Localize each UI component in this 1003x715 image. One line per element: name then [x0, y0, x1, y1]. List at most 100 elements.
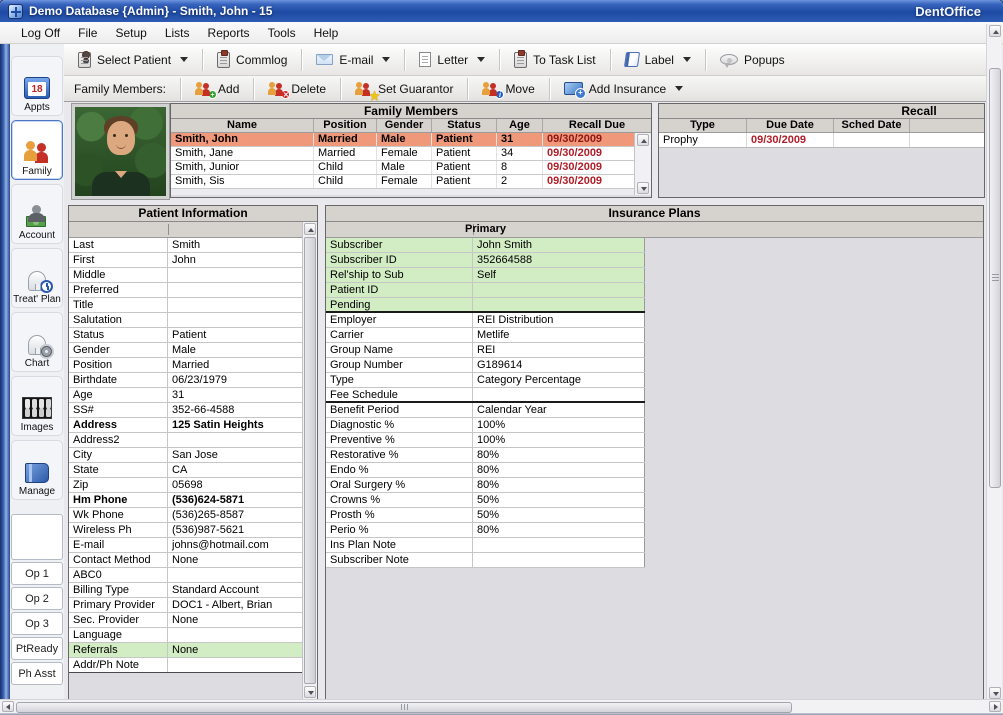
scroll-right-icon[interactable] — [989, 701, 1001, 712]
patient-info-row-primary-provider[interactable]: Primary ProviderDOC1 - Albert, Brian — [69, 598, 302, 613]
insurance-row-benefit-period[interactable]: Benefit PeriodCalendar Year — [326, 403, 645, 418]
insurance-row-preventive[interactable]: Preventive %100% — [326, 433, 645, 448]
column-header-recall-due[interactable]: Recall Due — [543, 119, 651, 132]
patient-info-row-city[interactable]: CitySan Jose — [69, 448, 302, 463]
menu-item-reports[interactable]: Reports — [199, 24, 259, 42]
patient-info-row-position[interactable]: PositionMarried — [69, 358, 302, 373]
select-patient-button[interactable]: Select Patient — [68, 47, 198, 73]
insurance-row-type[interactable]: TypeCategory Percentage — [326, 373, 645, 388]
patient-info-row-wk-phone[interactable]: Wk Phone(536)265-8587 — [69, 508, 302, 523]
patient-info-row-status[interactable]: StatusPatient — [69, 328, 302, 343]
family-member-row[interactable]: Smith, JohnMarriedMalePatient3109/30/200… — [171, 133, 651, 147]
chevron-down-icon[interactable] — [180, 57, 188, 62]
insurance-row-patient-id[interactable]: Patient ID — [326, 283, 645, 298]
patient-info-row-referrals[interactable]: ReferralsNone — [69, 643, 302, 658]
recall-row[interactable]: Prophy09/30/2009 — [659, 133, 985, 148]
column-header-type[interactable]: Type — [659, 119, 747, 132]
insurance-row-rel-ship-to-sub[interactable]: Rel'ship to SubSelf — [326, 268, 645, 283]
menu-item-setup[interactable]: Setup — [106, 24, 155, 42]
menu-item-tools[interactable]: Tools — [259, 24, 305, 42]
insurance-row-employer[interactable]: EmployerREI Distribution — [326, 313, 645, 328]
family-member-row[interactable]: Smith, JuniorChildMalePatient809/30/2009 — [171, 161, 651, 175]
patient-info-row-gender[interactable]: GenderMale — [69, 343, 302, 358]
op-button-op-3[interactable]: Op 3 — [11, 612, 63, 635]
menu-item-help[interactable]: Help — [305, 24, 348, 42]
insurance-row-subscriber-id[interactable]: Subscriber ID352664588 — [326, 253, 645, 268]
insurance-row-carrier[interactable]: CarrierMetlife — [326, 328, 645, 343]
sidebar-item-appts[interactable]: 18 Appts — [11, 56, 63, 116]
patient-info-row-language[interactable]: Language — [69, 628, 302, 643]
insurance-row-oral-surgery[interactable]: Oral Surgery %80% — [326, 478, 645, 493]
family-grid-scrollbar[interactable] — [634, 133, 651, 195]
patient-info-row-birthdate[interactable]: Birthdate06/23/1979 — [69, 373, 302, 388]
window-vertical-scrollbar[interactable] — [986, 24, 1002, 700]
chevron-down-icon[interactable] — [382, 57, 390, 62]
op-button-op-2[interactable]: Op 2 — [11, 587, 63, 610]
to-task-list-button[interactable]: To Task List — [504, 47, 605, 73]
menu-item-lists[interactable]: Lists — [156, 24, 199, 42]
menu-item-log-off[interactable]: Log Off — [12, 24, 69, 42]
column-header-blank[interactable] — [910, 119, 985, 132]
scrollbar-thumb[interactable] — [16, 702, 792, 713]
column-header-sched-date[interactable]: Sched Date — [834, 119, 910, 132]
column-header-status[interactable]: Status — [432, 119, 497, 132]
column-header-due-date[interactable]: Due Date — [747, 119, 834, 132]
commlog-button[interactable]: Commlog — [207, 47, 297, 73]
patient-info-row-addr-ph-note[interactable]: Addr/Ph Note — [69, 658, 302, 673]
patient-info-row-wireless-ph[interactable]: Wireless Ph(536)987-5621 — [69, 523, 302, 538]
patient-info-row-e-mail[interactable]: E-mailjohns@hotmail.com — [69, 538, 302, 553]
scroll-down-icon[interactable] — [637, 182, 649, 194]
patient-info-row-address2[interactable]: Address2 — [69, 433, 302, 448]
insurance-row-ins-plan-note[interactable]: Ins Plan Note — [326, 538, 645, 553]
patient-info-row-hm-phone[interactable]: Hm Phone(536)624-5871 — [69, 493, 302, 508]
sidebar-item-chart[interactable]: Chart — [11, 312, 63, 372]
sidebar-item-manage[interactable]: Manage — [11, 440, 63, 500]
scroll-up-icon[interactable] — [637, 134, 649, 146]
letter-button[interactable]: Letter — [409, 47, 495, 73]
label-button[interactable]: Label — [615, 47, 701, 73]
patient-info-row-abc0[interactable]: ABC0 — [69, 568, 302, 583]
column-header-gender[interactable]: Gender — [377, 119, 432, 132]
patient-info-row-first[interactable]: FirstJohn — [69, 253, 302, 268]
patient-info-row-last[interactable]: LastSmith — [69, 238, 302, 253]
patient-info-row-zip[interactable]: Zip05698 — [69, 478, 302, 493]
insurance-row-endo[interactable]: Endo %80% — [326, 463, 645, 478]
op-button-ph-asst[interactable]: Ph Asst — [11, 662, 63, 685]
column-header-name[interactable]: Name — [171, 119, 314, 132]
sidebar-item-family[interactable]: Family — [11, 120, 63, 180]
patient-info-row-middle[interactable]: Middle — [69, 268, 302, 283]
sidebar-item-images[interactable]: Images — [11, 376, 63, 436]
scroll-down-icon[interactable] — [304, 686, 316, 698]
column-header-position[interactable]: Position — [314, 119, 377, 132]
insurance-row-pending[interactable]: Pending — [326, 298, 645, 313]
insurance-row-group-name[interactable]: Group NameREI — [326, 343, 645, 358]
scrollbar-thumb[interactable] — [989, 68, 1001, 488]
insurance-row-crowns[interactable]: Crowns %50% — [326, 493, 645, 508]
patient-info-row-billing-type[interactable]: Billing TypeStandard Account — [69, 583, 302, 598]
add-family-member-button[interactable]: + Add — [185, 78, 249, 100]
popups-button[interactable]: Popups — [710, 47, 795, 73]
add-insurance-button[interactable]: Add Insurance — [554, 78, 693, 100]
delete-family-member-button[interactable]: ✕ Delete — [258, 78, 336, 100]
patient-info-row-address[interactable]: Address125 Satin Heights — [69, 418, 302, 433]
set-guarantor-button[interactable]: ★ Set Guarantor — [345, 78, 463, 100]
chevron-down-icon[interactable] — [477, 57, 485, 62]
sidebar-item-account[interactable]: Account — [11, 184, 63, 244]
insurance-row-subscriber[interactable]: SubscriberJohn Smith — [326, 238, 645, 253]
move-button[interactable]: i Move — [472, 78, 544, 100]
insurance-row-perio[interactable]: Perio %80% — [326, 523, 645, 538]
email-button[interactable]: E-mail — [306, 47, 400, 73]
patient-info-row-ss[interactable]: SS#352-66-4588 — [69, 403, 302, 418]
column-header-age[interactable]: Age — [497, 119, 543, 132]
scroll-down-icon[interactable] — [989, 687, 1001, 699]
chevron-down-icon[interactable] — [683, 57, 691, 62]
window-horizontal-scrollbar[interactable] — [0, 699, 1003, 713]
chevron-down-icon[interactable] — [675, 86, 683, 91]
patient-info-row-sec-provider[interactable]: Sec. ProviderNone — [69, 613, 302, 628]
menu-item-file[interactable]: File — [69, 24, 106, 42]
op-button-ptready[interactable]: PtReady — [11, 637, 63, 660]
insurance-row-prosth[interactable]: Prosth %50% — [326, 508, 645, 523]
scroll-up-icon[interactable] — [304, 223, 316, 235]
op-button-op-1[interactable]: Op 1 — [11, 562, 63, 585]
insurance-row-group-number[interactable]: Group NumberG189614 — [326, 358, 645, 373]
